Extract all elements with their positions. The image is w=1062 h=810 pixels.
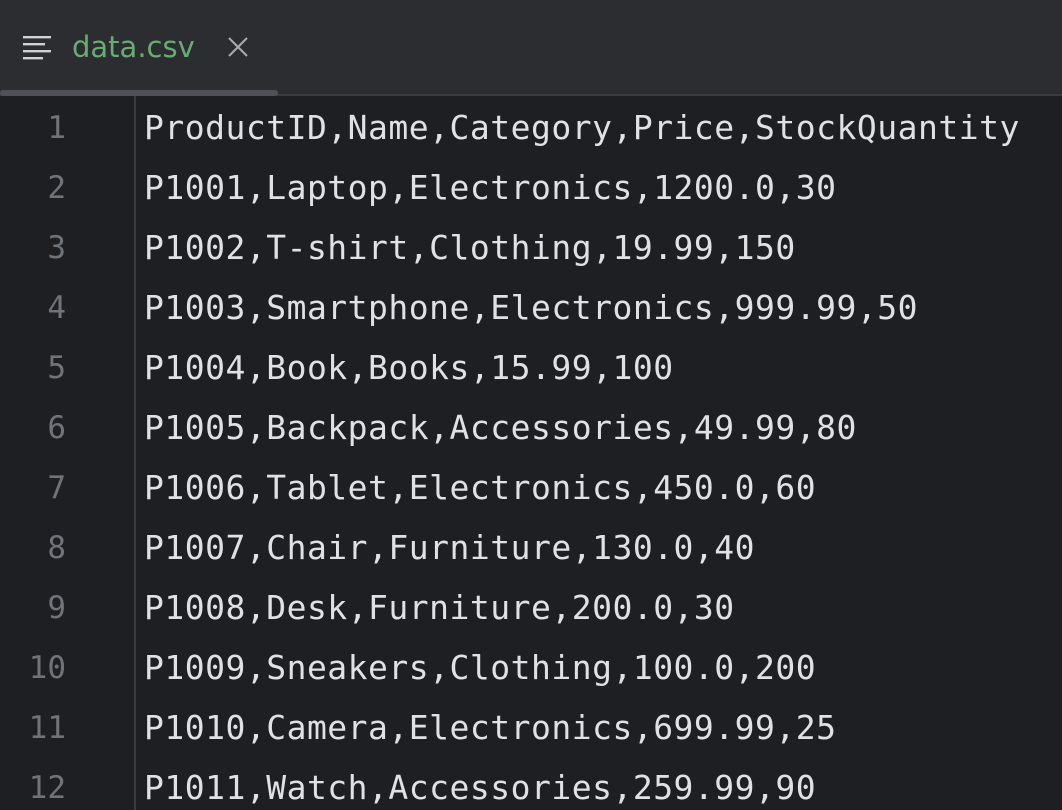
tab-data-csv[interactable]: data.csv [0,0,278,96]
code-line[interactable]: P1007,Chair,Furniture,130.0,40 [144,518,755,578]
line-number: 8 [47,530,66,566]
line-number: 12 [28,770,66,806]
code-line[interactable]: P1005,Backpack,Accessories,49.99,80 [144,398,857,458]
code-line[interactable]: P1004,Book,Books,15.99,100 [144,338,674,398]
ide-window: data.csv 1 2 3 4 5 6 7 8 9 10 11 12 ProductID,Name,… [0,0,1062,810]
code-line[interactable]: P1001,Laptop,Electronics,1200.0,30 [144,158,837,218]
code-line[interactable]: P1008,Desk,Furniture,200.0,30 [144,578,735,638]
line-number: 5 [47,350,66,386]
line-number: 9 [47,590,66,626]
close-icon[interactable] [226,35,250,59]
tab-filename: data.csv [72,30,195,64]
code-line[interactable]: ProductID,Name,Category,Price,StockQuant… [144,98,1020,158]
code-line[interactable]: P1009,Sneakers,Clothing,100.0,200 [144,638,816,698]
line-number: 11 [28,710,66,746]
line-number: 2 [47,170,66,206]
editor-tab-bar: data.csv [0,0,1062,96]
line-number: 10 [28,650,66,686]
code-line[interactable]: P1010,Camera,Electronics,699.99,25 [144,698,837,758]
code-line[interactable]: P1002,T-shirt,Clothing,19.99,150 [144,218,796,278]
code-line[interactable]: P1011,Watch,Accessories,259.99,90 [144,758,816,810]
line-number: 3 [47,230,66,266]
code-line[interactable]: P1003,Smartphone,Electronics,999.99,50 [144,278,918,338]
code-editor[interactable]: 1 2 3 4 5 6 7 8 9 10 11 12 ProductID,Name,Category,… [0,96,1062,810]
line-number-gutter: 1 2 3 4 5 6 7 8 9 10 11 12 [0,96,136,810]
lines-icon [23,36,51,60]
code-line[interactable]: P1006,Tablet,Electronics,450.0,60 [144,458,816,518]
line-number: 4 [47,290,66,326]
line-number: 6 [47,410,66,446]
line-number: 7 [47,470,66,506]
line-number: 1 [47,110,66,146]
